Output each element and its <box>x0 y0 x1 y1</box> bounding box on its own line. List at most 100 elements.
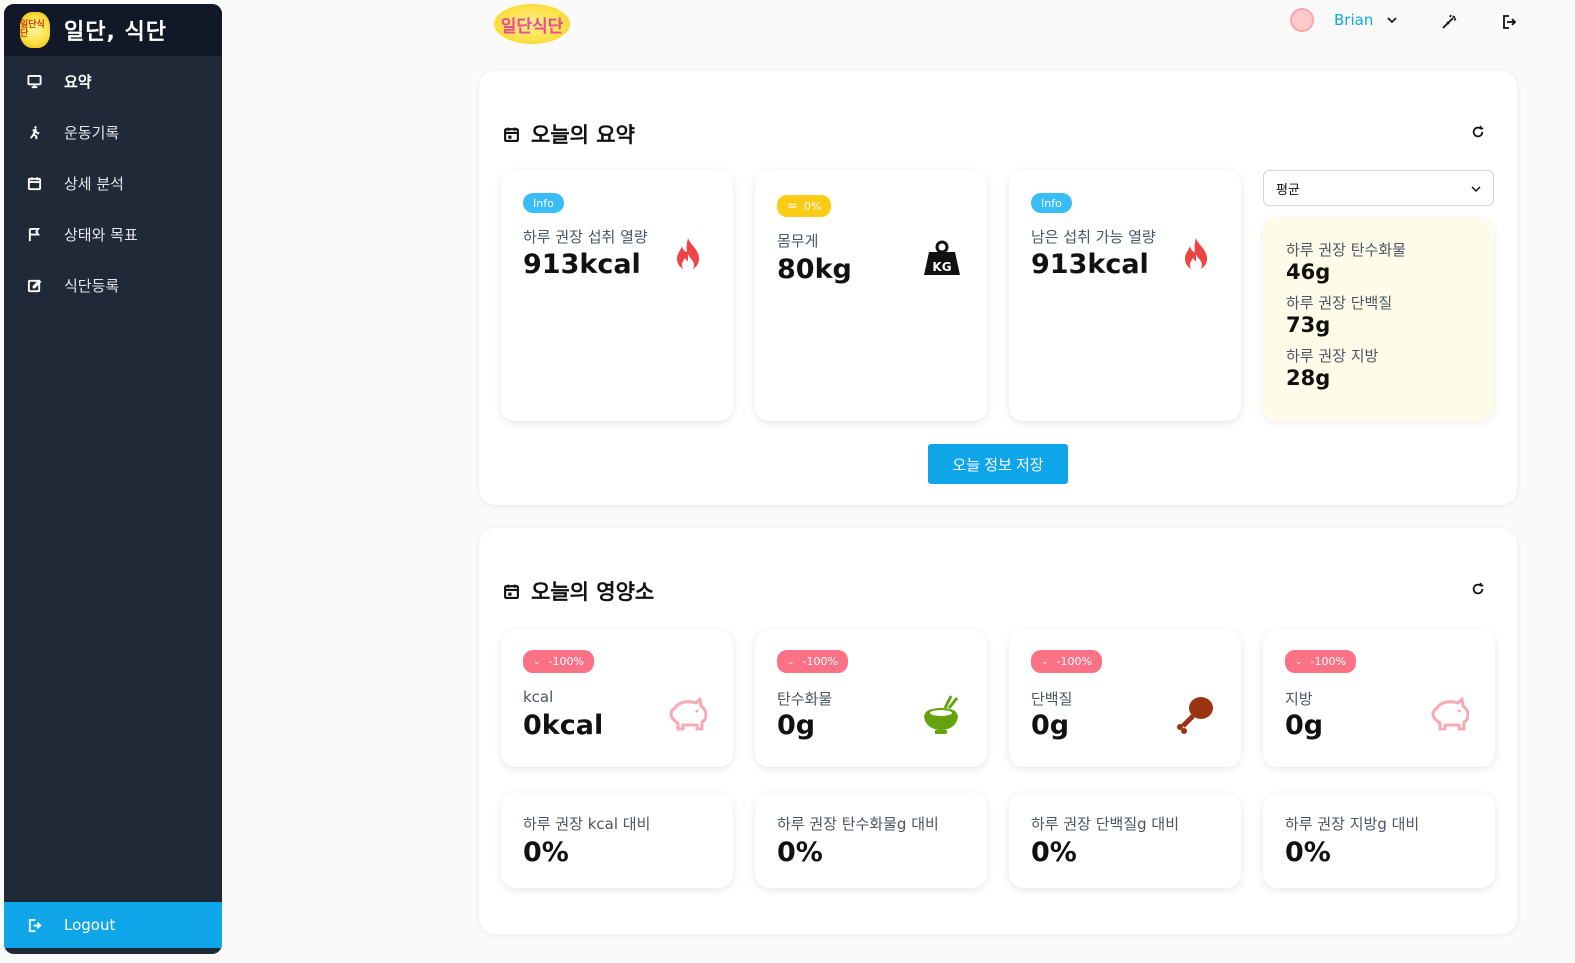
change-badge-text: -100% <box>1310 655 1346 668</box>
calendar-icon <box>504 584 519 599</box>
card-value: 913kcal <box>523 249 641 280</box>
app-title: 일단, 식단 <box>64 20 167 45</box>
macro-value: 28g <box>1286 366 1331 390</box>
running-icon <box>26 125 42 141</box>
weight-icon: KG <box>924 240 960 275</box>
carb-ratio-card: 하루 권장 탄수화물g 대비 0% <box>755 793 987 888</box>
fat-nutrient-card: ⌄ -100% 지방 0g <box>1263 630 1495 767</box>
summary-title: 오늘의 요약 <box>503 119 635 149</box>
card-value: 0g <box>777 710 816 741</box>
pig-icon <box>1431 697 1469 731</box>
user-menu[interactable]: Brian <box>1290 8 1397 32</box>
sidebar-item-meal-register[interactable]: 식단등록 <box>4 260 222 311</box>
change-badge-text: -100% <box>802 655 838 668</box>
app-logo-text: 일단식단 <box>500 16 564 37</box>
card-label: 지방 <box>1285 690 1313 708</box>
sidebar-header: 일단식단 일단, 식단 <box>4 4 222 56</box>
protein-ratio-card: 하루 권장 단백질g 대비 0% <box>1009 793 1241 888</box>
ratio-value: 0% <box>777 837 823 868</box>
magic-wand-icon[interactable] <box>1441 14 1457 30</box>
logout-label: Logout <box>64 916 116 934</box>
ratio-label: 하루 권장 단백질g 대비 <box>1031 815 1180 833</box>
info-badge: Info <box>1031 193 1072 213</box>
chicken-leg-icon <box>1177 697 1213 734</box>
macro-value: 73g <box>1286 313 1331 337</box>
change-badge-text: 0% <box>803 199 822 213</box>
ratio-label: 하루 권장 탄수화물g 대비 <box>777 815 939 833</box>
kcal-ratio-card: 하루 권장 kcal 대비 0% <box>501 793 733 888</box>
macro-recommend-card: 하루 권장 탄수화물 46g 하루 권장 단백질 73g 하루 권장 지방 28… <box>1263 218 1494 421</box>
summary-panel: 오늘의 요약 Info 하루 권장 섭취 열량 913kcal = 0% 몸무게 … <box>479 71 1517 505</box>
macro-label: 하루 권장 탄수화물 <box>1286 241 1406 259</box>
sidebar: 일단식단 일단, 식단 요약 운동기록 상세 분석 상태와 목표 식단등록 Lo… <box>4 4 222 954</box>
card-label: 남은 섭취 가능 열량 <box>1031 228 1156 246</box>
card-value: 913kcal <box>1031 249 1149 280</box>
weight-card: = 0% 몸무게 80kg KG <box>755 170 987 421</box>
flag-icon <box>26 227 42 243</box>
ratio-label: 하루 권장 kcal 대비 <box>523 815 651 833</box>
pig-icon <box>669 697 707 731</box>
ratio-value: 0% <box>1031 837 1077 868</box>
refresh-icon[interactable] <box>1471 582 1485 596</box>
rice-bowl-icon <box>924 695 959 734</box>
card-value: 0kcal <box>523 710 604 741</box>
ratio-value: 0% <box>523 837 569 868</box>
sidebar-item-label: 상세 분석 <box>64 175 124 193</box>
info-badge: Info <box>523 193 564 213</box>
change-badge-text: -100% <box>548 655 584 668</box>
change-badge: ⌄ -100% <box>777 650 848 673</box>
logout-icon[interactable] <box>1501 14 1517 30</box>
fat-ratio-card: 하루 권장 지방g 대비 0% <box>1263 793 1495 888</box>
change-badge: ⌄ -100% <box>1031 650 1102 673</box>
username[interactable]: Brian <box>1334 11 1373 29</box>
calendar-icon <box>504 127 519 142</box>
chevron-down-icon <box>1471 186 1481 193</box>
sidebar-logout-button[interactable]: Logout <box>4 902 222 948</box>
calendar-icon <box>26 176 42 192</box>
sidebar-item-summary[interactable]: 요약 <box>4 56 222 107</box>
sidebar-item-label: 상태와 목표 <box>64 226 138 244</box>
daily-kcal-card: Info 하루 권장 섭취 열량 913kcal <box>501 170 733 421</box>
logout-icon <box>26 917 42 933</box>
stat-select[interactable]: 평균 <box>1263 170 1494 206</box>
avatar[interactable] <box>1290 8 1314 32</box>
sidebar-item-goals[interactable]: 상태와 목표 <box>4 209 222 260</box>
edit-icon <box>26 278 42 294</box>
macro-value: 46g <box>1286 260 1331 284</box>
change-badge-text: -100% <box>1056 655 1092 668</box>
app-logo[interactable]: 일단식단 <box>494 4 570 44</box>
card-label: 단백질 <box>1031 690 1073 708</box>
card-label: 몸무게 <box>777 232 819 250</box>
sidebar-item-label: 운동기록 <box>64 124 120 142</box>
change-badge: ⌄ -100% <box>523 650 594 673</box>
ratio-value: 0% <box>1285 837 1331 868</box>
kcal-nutrient-card: ⌄ -100% kcal 0kcal <box>501 630 733 767</box>
change-badge: = 0% <box>777 195 832 217</box>
sidebar-item-exercise[interactable]: 운동기록 <box>4 107 222 158</box>
chevron-down-icon[interactable] <box>1387 15 1397 25</box>
card-label: 하루 권장 섭취 열량 <box>523 228 648 246</box>
card-value: 80kg <box>777 254 852 285</box>
app-logo-small[interactable]: 일단식단 <box>20 12 50 48</box>
nutrients-title: 오늘의 영양소 <box>503 576 654 606</box>
nutrients-panel: 오늘의 영양소 ⌄ -100% kcal 0kcal ⌄ -100% 탄수화물 0g… <box>479 528 1517 934</box>
nutrients-title-text: 오늘의 영양소 <box>531 580 655 604</box>
sidebar-item-label: 식단등록 <box>64 277 120 295</box>
sidebar-item-label: 요약 <box>64 73 92 91</box>
refresh-icon[interactable] <box>1471 125 1485 139</box>
protein-nutrient-card: ⌄ -100% 단백질 0g <box>1009 630 1241 767</box>
remaining-kcal-card: Info 남은 섭취 가능 열량 913kcal <box>1009 170 1241 421</box>
summary-title-text: 오늘의 요약 <box>531 123 635 147</box>
macro-label: 하루 권장 단백질 <box>1286 294 1393 312</box>
fire-icon <box>677 238 699 271</box>
sidebar-item-analysis[interactable]: 상세 분석 <box>4 158 222 209</box>
monitor-icon <box>26 74 42 90</box>
card-label: 탄수화물 <box>777 690 833 708</box>
card-label: kcal <box>523 688 554 706</box>
svg-text:KG: KG <box>932 260 951 274</box>
macro-label: 하루 권장 지방 <box>1286 347 1379 365</box>
ratio-label: 하루 권장 지방g 대비 <box>1285 815 1420 833</box>
save-today-button[interactable]: 오늘 정보 저장 <box>928 444 1068 484</box>
card-value: 0g <box>1031 710 1070 741</box>
change-badge: ⌄ -100% <box>1285 650 1356 673</box>
